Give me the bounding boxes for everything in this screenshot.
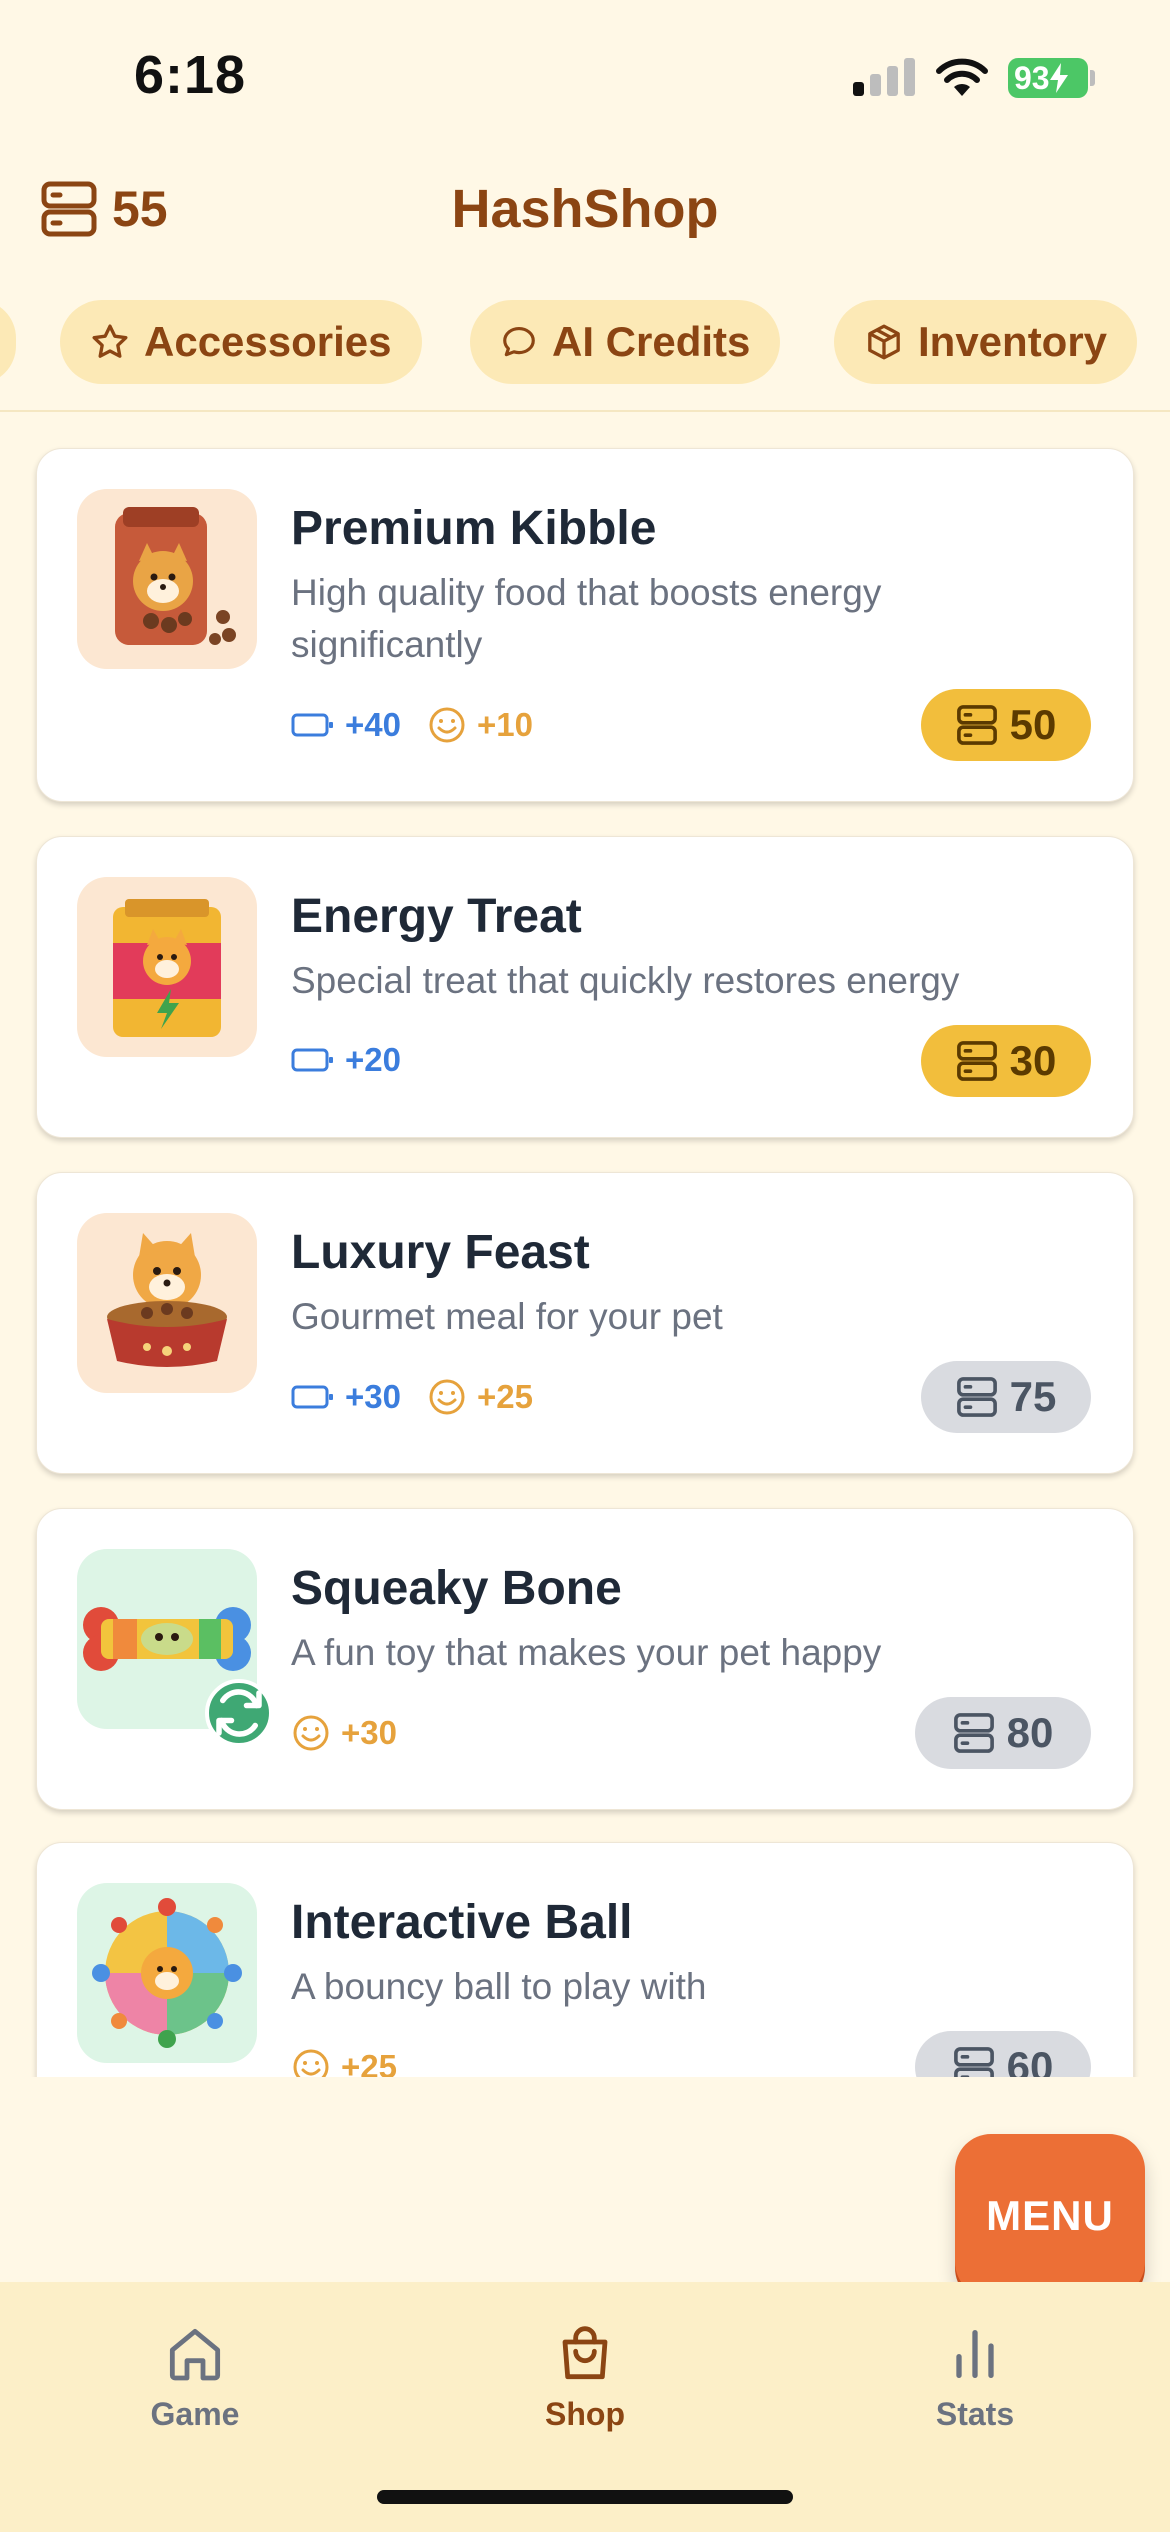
price-value: 50 xyxy=(1009,701,1057,748)
smiley-icon xyxy=(429,1379,465,1415)
shopping-bag-icon xyxy=(562,2326,608,2380)
nav-label: Shop xyxy=(545,2396,625,2432)
cellular-signal-icon xyxy=(853,58,915,96)
product-name: Squeaky Bone xyxy=(291,1562,622,1615)
tab-label: Accessories xyxy=(144,318,392,365)
happiness-stat: +10 xyxy=(427,705,533,745)
battery-energy-icon xyxy=(291,1048,333,1072)
price-value: 75 xyxy=(1009,1373,1057,1420)
page-title: HashShop xyxy=(451,179,719,239)
product-card-premium-kibble[interactable]: Premium Kibble High quality food that bo… xyxy=(36,448,1134,802)
happiness-value: +25 xyxy=(341,2048,397,2077)
server-coin-icon xyxy=(956,705,997,745)
smiley-icon xyxy=(293,2049,329,2077)
nav-item-stats[interactable]: Stats xyxy=(875,2322,1075,2433)
energy-stat: +30 xyxy=(291,1378,401,1416)
server-coin-icon xyxy=(953,1713,994,1753)
home-icon xyxy=(169,2328,221,2381)
product-stats: +25 xyxy=(291,2047,397,2077)
energy-value: +30 xyxy=(345,1378,401,1415)
ball-toy-icon xyxy=(77,1883,257,2063)
battery-nub xyxy=(1090,70,1095,86)
product-name: Energy Treat xyxy=(291,890,582,943)
product-stats: +30 xyxy=(291,1713,397,1753)
battery-level: 93 xyxy=(1014,59,1050,96)
product-description: Special treat that quickly restores ener… xyxy=(291,960,960,1001)
happiness-value: +10 xyxy=(476,706,533,743)
buy-button[interactable]: 80 xyxy=(915,1697,1091,1769)
status-time: 6:18 xyxy=(134,45,247,105)
box-icon xyxy=(868,324,900,360)
tab-label: Inventory xyxy=(918,318,1108,365)
server-coin-icon xyxy=(956,1041,997,1081)
energy-stat: +40 xyxy=(291,706,401,744)
feast-bowl-icon xyxy=(77,1213,257,1393)
energy-value: +20 xyxy=(345,1041,401,1078)
bone-toy-icon xyxy=(77,1549,273,1747)
product-card-energy-treat[interactable]: Energy Treat Special treat that quickly … xyxy=(36,836,1134,1138)
server-coin-icon xyxy=(956,1377,997,1417)
server-coin-icon xyxy=(953,2047,994,2077)
chat-bubble-icon xyxy=(503,326,535,357)
product-list[interactable]: Premium Kibble High quality food that bo… xyxy=(0,412,1170,2077)
bar-chart-icon xyxy=(956,2330,994,2378)
product-stats: +30 +25 xyxy=(291,1377,533,1417)
energy-value: +40 xyxy=(345,706,401,743)
product-card-interactive-ball[interactable]: Interactive Ball A bouncy ball to play w… xyxy=(36,1842,1134,2077)
price-value: 80 xyxy=(1006,1709,1054,1756)
product-description: Gourmet meal for your pet xyxy=(291,1296,723,1337)
tab-label: AI Credits xyxy=(552,318,751,365)
product-card-luxury-feast[interactable]: Luxury Feast Gourmet meal for your pet +… xyxy=(36,1172,1134,1474)
battery-energy-icon xyxy=(291,713,333,737)
tab-inventory[interactable]: Inventory xyxy=(834,300,1138,384)
tab-ai-credits[interactable]: AI Credits xyxy=(470,300,781,384)
buy-button[interactable]: 30 xyxy=(921,1025,1091,1097)
happiness-stat: +25 xyxy=(427,1377,533,1417)
kibble-bag-icon xyxy=(77,489,257,669)
charging-bolt-icon xyxy=(1049,63,1068,93)
star-icon xyxy=(92,324,128,358)
tab-previous-partial[interactable] xyxy=(0,300,16,384)
category-tabs: Accessories AI Credits Inventory xyxy=(0,300,1170,386)
buy-button[interactable]: 50 xyxy=(921,689,1091,761)
product-name: Interactive Ball xyxy=(291,1896,633,1949)
smiley-icon xyxy=(293,1715,329,1751)
buy-button[interactable]: 75 xyxy=(921,1361,1091,1433)
energy-stat: +20 xyxy=(291,1041,401,1079)
nav-label: Stats xyxy=(935,2396,1015,2432)
happiness-stat: +25 xyxy=(291,2047,397,2077)
refresh-badge-icon xyxy=(205,1679,273,1747)
smiley-icon xyxy=(429,707,465,743)
buy-button[interactable]: 60 xyxy=(915,2031,1091,2077)
price-value: 30 xyxy=(1009,1037,1057,1084)
battery-energy-icon xyxy=(291,1385,333,1409)
product-stats: +40 +10 xyxy=(291,705,533,745)
menu-button[interactable]: MENU xyxy=(955,2134,1145,2298)
happiness-stat: +30 xyxy=(291,1713,397,1753)
treat-bag-icon xyxy=(77,877,257,1057)
product-name: Premium Kibble xyxy=(291,502,657,555)
price-value: 60 xyxy=(1006,2043,1054,2077)
product-description: A fun toy that makes your pet happy xyxy=(291,1632,882,1673)
app-header: 55 HashShop xyxy=(0,160,1170,260)
product-description: A bouncy ball to play with xyxy=(291,1966,707,2007)
nav-label: Game xyxy=(150,2396,240,2432)
happiness-value: +25 xyxy=(476,1378,533,1415)
nav-item-shop[interactable]: Shop xyxy=(485,2322,685,2433)
wifi-icon xyxy=(936,58,988,96)
status-bar: 6:18 93 xyxy=(0,0,1170,150)
home-indicator[interactable] xyxy=(377,2490,793,2504)
nav-item-game[interactable]: Game xyxy=(95,2322,295,2433)
tab-accessories[interactable]: Accessories xyxy=(60,300,422,384)
product-description: High quality food that boosts energy sig… xyxy=(291,572,882,665)
product-card-squeaky-bone[interactable]: Squeaky Bone A fun toy that makes your p… xyxy=(36,1508,1134,1810)
product-stats: +20 xyxy=(291,1041,401,1079)
battery-indicator: 93 xyxy=(1008,58,1088,98)
happiness-value: +30 xyxy=(341,1714,397,1751)
product-name: Luxury Feast xyxy=(291,1226,590,1279)
